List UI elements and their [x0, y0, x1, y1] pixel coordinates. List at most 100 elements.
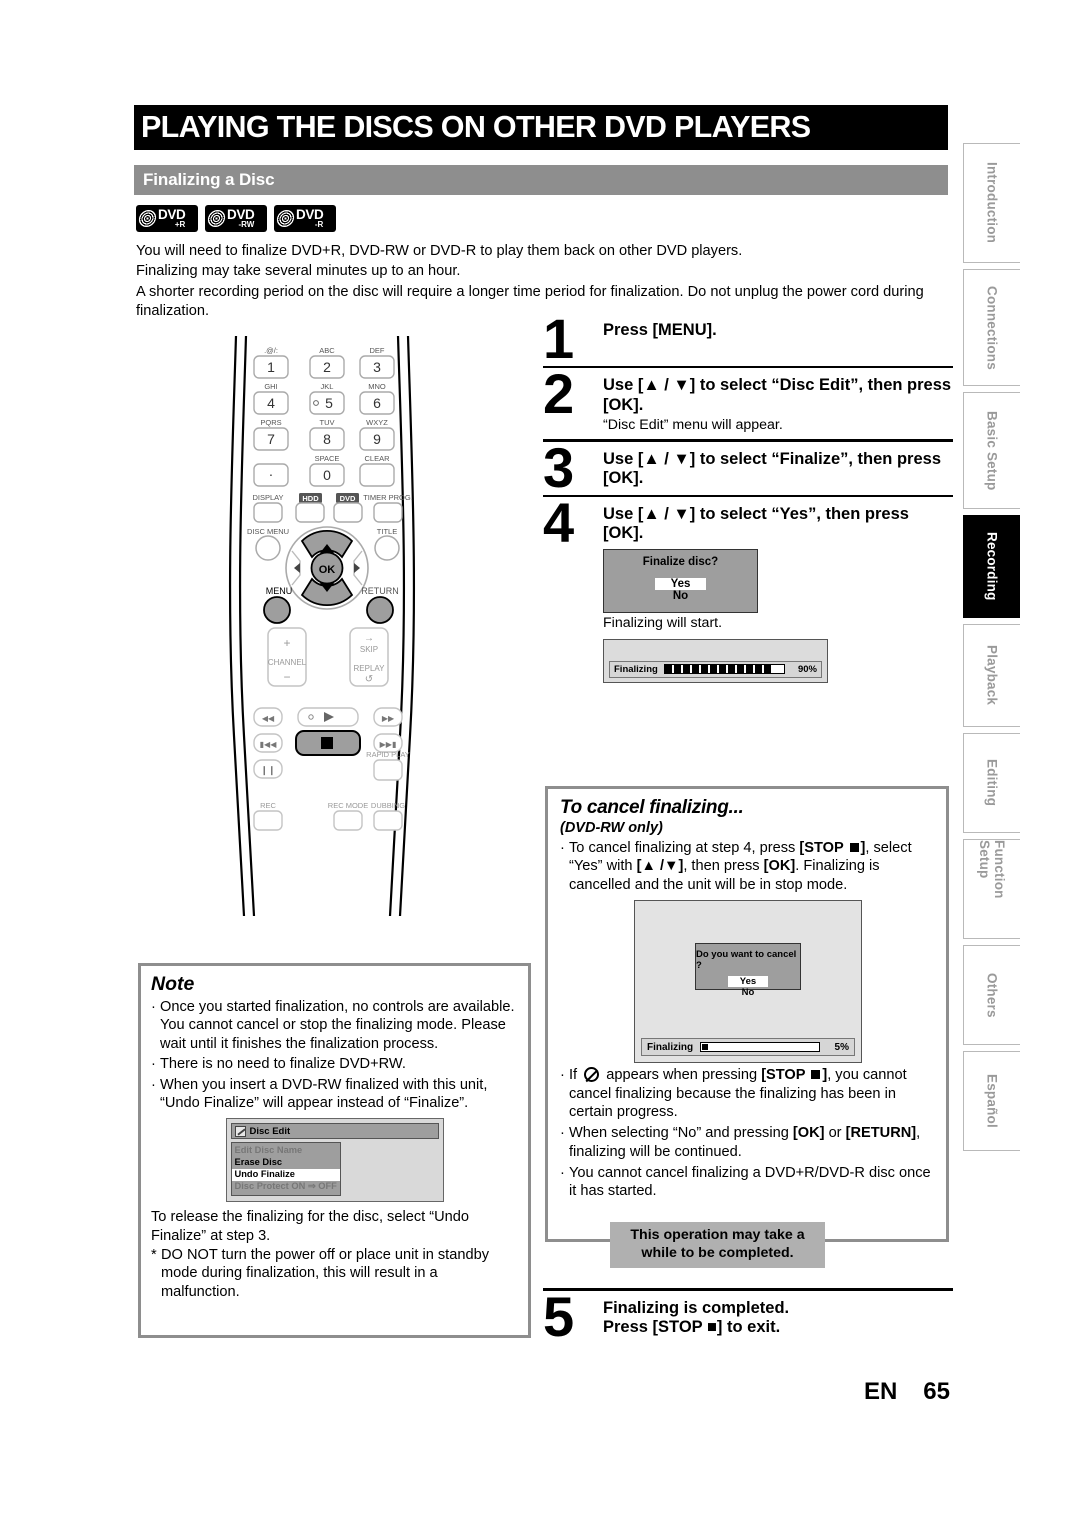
svg-text:DVD: DVD: [340, 494, 356, 503]
bullet-dot: ·: [560, 840, 565, 856]
disc-glyph-icon: [275, 210, 296, 227]
svg-text:+: +: [283, 636, 290, 650]
progress-percent: 90%: [797, 663, 817, 675]
svg-text:6: 6: [373, 395, 381, 411]
svg-text:→: →: [364, 633, 374, 644]
tab-introduction[interactable]: Introduction: [963, 143, 1020, 263]
dvd-minus-r-logo-icon: DVD -R: [274, 205, 336, 232]
svg-text:RETURN: RETURN: [361, 586, 399, 596]
note-title: Note: [151, 973, 195, 995]
svg-text:MNO: MNO: [368, 382, 386, 391]
step-heading-line-1: Finalizing is completed.: [603, 1298, 790, 1317]
tab-label: Others: [984, 972, 1000, 1018]
svg-text:DISPLAY: DISPLAY: [252, 493, 283, 502]
svg-text:−: −: [283, 670, 290, 684]
stop-square-icon: [849, 843, 859, 852]
bullet-dot: ·: [151, 999, 156, 1015]
tab-label: Playback: [984, 645, 1000, 706]
step-1: 1 Press [MENU].: [543, 311, 953, 367]
note-box: Note · Once you started finalization, no…: [138, 963, 531, 1338]
bullet-dot: ·: [560, 1165, 565, 1181]
tab-label: Basic Setup: [984, 410, 1000, 491]
svg-text:7: 7: [267, 431, 275, 447]
note-tail-line-1: To release the finalizing for the disc, …: [151, 1209, 469, 1244]
tab-editing[interactable]: Editing: [963, 733, 1020, 833]
stop-square-icon: [811, 1070, 821, 1080]
footer-language: EN: [863, 1378, 898, 1405]
section-title-bar: Finalizing a Disc: [134, 165, 948, 195]
tab-function-setup[interactable]: Function Setup: [963, 839, 1020, 939]
tab-connections[interactable]: Connections: [963, 269, 1020, 386]
tab-label: Introduction: [984, 162, 1000, 244]
progress-percent: 5%: [834, 1041, 849, 1053]
bullet-dot: ·: [151, 1076, 156, 1093]
svg-text:▶▶: ▶▶: [382, 714, 395, 723]
svg-text:❙❙: ❙❙: [260, 765, 275, 776]
prohibition-icon: [584, 1067, 600, 1083]
disc-logo-group: DVD +R DVD -RW DVD -R: [136, 205, 336, 232]
menu-item-disc-protect[interactable]: Disc Protect ON ⇒ OFF: [235, 1181, 340, 1193]
tab-label: Connections: [984, 285, 1000, 370]
dvd-minus-rw-logo-icon: DVD -RW: [205, 205, 267, 232]
remote-svg: .@/: 1 ABC 2 DEF 3 GHI 4 JKL 5 MNO 6 PQR…: [228, 336, 416, 916]
progress-bar: Finalizing 5%: [641, 1038, 855, 1057]
tab-espanol[interactable]: Español: [963, 1051, 1020, 1151]
progress-label: Finalizing: [614, 663, 658, 675]
cancel-bullet-list: · To cancel finalizing at step 4, press …: [560, 839, 936, 894]
cancel-box-subtitle: (DVD-RW only): [560, 820, 663, 836]
cancel-box-title: To cancel finalizing...: [560, 797, 744, 818]
footer-page-number: 65: [923, 1378, 950, 1405]
menu-item-edit-disc-name[interactable]: Edit Disc Name: [235, 1145, 340, 1157]
disc-glyph-icon: [137, 210, 158, 227]
step-2: 2 Use [▲ / ▼] to select “Disc Edit”, the…: [543, 366, 953, 439]
disc-glyph-icon: [206, 210, 227, 227]
step-heading: Use [▲ / ▼] to select “Finalize”, then p…: [603, 449, 941, 488]
svg-text:↺: ↺: [365, 674, 373, 685]
note-bullet-1: · Once you started finalization, no cont…: [151, 998, 518, 1053]
cancel-bullet-list-2: · If appears when pressing [STOP ], you …: [560, 1066, 936, 1201]
svg-text:0: 0: [323, 467, 331, 483]
step-subtext: “Disc Edit” menu will appear.: [603, 417, 783, 434]
tab-basic-setup[interactable]: Basic Setup: [963, 392, 1020, 509]
dialog-yes-option[interactable]: Yes: [654, 577, 707, 590]
svg-text:3: 3: [373, 359, 381, 375]
remote-control-illustration: .@/: 1 ABC 2 DEF 3 GHI 4 JKL 5 MNO 6 PQR…: [222, 336, 432, 916]
manual-page: PLAYING THE DISCS ON OTHER DVD PLAYERS F…: [0, 0, 1080, 1527]
cancel-bullet-3: · When selecting “No” and pressing [OK] …: [560, 1124, 936, 1161]
operation-duration-notice: This operation may take a while to be co…: [610, 1222, 825, 1268]
finalizing-progress-screen: Finalizing 90%: [603, 638, 828, 683]
dialog-yes-option[interactable]: Yes: [727, 976, 769, 988]
notice-line-1: This operation may take a: [630, 1227, 805, 1244]
tab-playback[interactable]: Playback: [963, 624, 1020, 727]
menu-item-erase-disc[interactable]: Erase Disc: [235, 1157, 340, 1169]
step-heading: Use [▲ / ▼] to select “Disc Edit”, then …: [603, 376, 952, 414]
step-number: 4: [543, 491, 574, 554]
step-5-wrapper: 5 Finalizing is completed. Press [STOP ■…: [543, 1288, 953, 1344]
disc-edit-title: Disc Edit: [249, 1125, 291, 1137]
tab-recording[interactable]: Recording: [963, 515, 1020, 618]
svg-text:SKIP: SKIP: [360, 645, 378, 654]
step-3: 3 Use [▲ / ▼] to select “Finalize”, then…: [543, 439, 953, 495]
menu-item-undo-finalize[interactable]: Undo Finalize: [231, 1169, 340, 1181]
dialog-no-option[interactable]: No: [655, 590, 707, 602]
dialog-question: Do you want to cancel ?: [696, 949, 797, 972]
tab-others[interactable]: Others: [963, 945, 1020, 1045]
svg-text:ABC: ABC: [319, 346, 335, 355]
svg-text:8: 8: [323, 431, 331, 447]
svg-text:OK: OK: [319, 564, 336, 576]
svg-text:DEF: DEF: [370, 346, 385, 355]
dialog-question: Finalize disc?: [642, 555, 719, 568]
dialog-no-option[interactable]: No: [742, 987, 755, 998]
svg-text:JKL: JKL: [321, 382, 334, 391]
step-4: 4 Use [▲ / ▼] to select “Yes”, then pres…: [543, 491, 953, 687]
bullet-dot: ·: [151, 1056, 156, 1073]
bullet-text: When selecting “No” and pressing [OK] or…: [569, 1125, 921, 1160]
bullet-text: If appears when pressing [STOP ], you ca…: [569, 1067, 907, 1120]
cancel-bullet-2: · If appears when pressing [STOP ], you …: [560, 1066, 936, 1121]
intro-line-2: Finalizing may take several minutes up t…: [136, 263, 461, 280]
progress-label: Finalizing: [647, 1041, 694, 1053]
note-tail: To release the finalizing for the disc, …: [151, 1208, 518, 1301]
svg-text:REC: REC: [260, 801, 276, 810]
page-title: PLAYING THE DISCS ON OTHER DVD PLAYERS: [141, 110, 811, 144]
cancel-confirm-dialog: Do you want to cancel ? Yes No: [695, 943, 801, 998]
